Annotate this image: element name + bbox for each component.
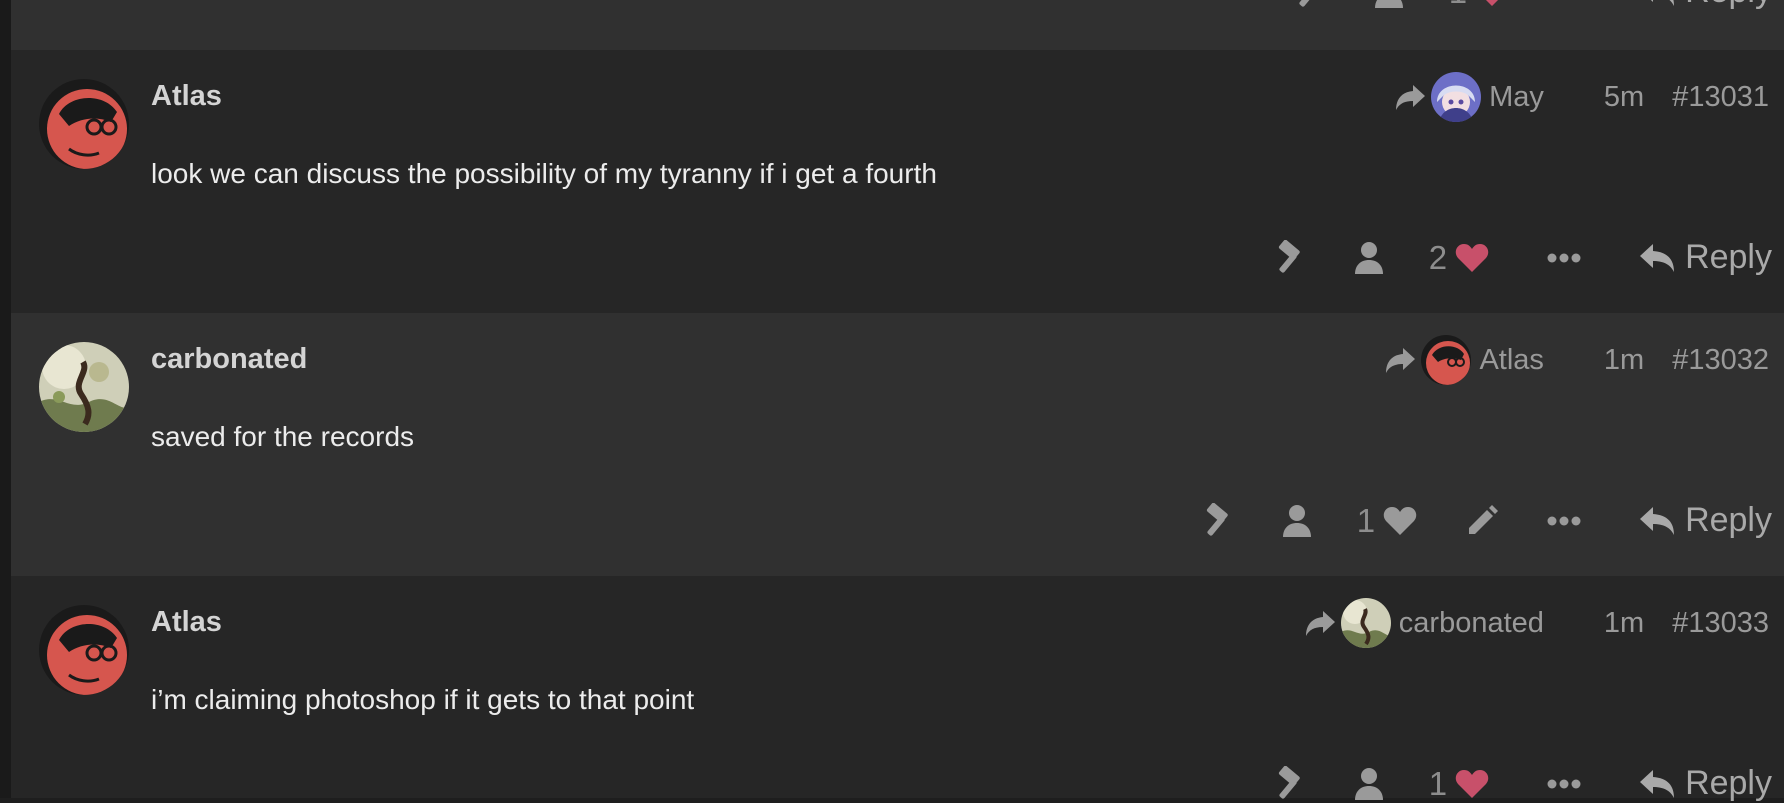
more-options-icon[interactable] — [1547, 516, 1581, 526]
more-options-icon[interactable] — [1547, 779, 1581, 789]
reply-to-arrow-icon — [1305, 611, 1335, 636]
reply-icon — [1640, 506, 1675, 535]
reply-to-arrow-icon — [1386, 348, 1416, 373]
post-number[interactable]: #13032 — [1672, 344, 1769, 377]
avatar[interactable] — [39, 79, 129, 169]
post-partial-top: 1 Reply — [11, 0, 1784, 50]
reply-to-avatar[interactable] — [1340, 598, 1391, 648]
reply-label: Reply — [1685, 238, 1772, 276]
post-number[interactable]: #13031 — [1672, 81, 1769, 114]
reply-label: Reply — [1685, 764, 1772, 802]
reply-icon — [1640, 243, 1675, 272]
post-time[interactable]: 1m — [1604, 344, 1644, 377]
post-actions: 1 Reply — [1291, 0, 1772, 11]
post-actions: 2 Reply — [1271, 238, 1772, 277]
username[interactable]: carbonated — [151, 343, 307, 376]
like-count: 1 — [1356, 501, 1376, 539]
reply-to-avatar[interactable] — [1421, 335, 1472, 385]
reply-label: Reply — [1685, 0, 1772, 11]
left-edge-strip — [0, 0, 11, 798]
hammer-icon[interactable] — [1199, 502, 1235, 539]
like-count: 1 — [1428, 764, 1448, 802]
edit-pencil-icon[interactable] — [1465, 504, 1499, 538]
hammer-icon[interactable] — [1271, 765, 1307, 802]
post-body: saved for the records — [151, 421, 415, 452]
avatar[interactable] — [39, 605, 129, 695]
reply-to-avatar[interactable] — [1431, 72, 1482, 122]
user-icon[interactable] — [1353, 240, 1385, 276]
reply-to-username[interactable]: carbonated — [1399, 607, 1544, 640]
post-actions: 1 Reply — [1271, 764, 1772, 803]
heart-icon[interactable] — [1383, 506, 1417, 536]
like-count: 2 — [1428, 238, 1448, 276]
user-icon[interactable] — [1353, 766, 1385, 802]
reply-button[interactable]: Reply — [1639, 238, 1772, 277]
username[interactable]: Atlas — [151, 606, 222, 639]
user-icon[interactable] — [1281, 503, 1313, 539]
hammer-icon[interactable] — [1291, 0, 1327, 10]
username[interactable]: Atlas — [151, 80, 222, 113]
post-meta: carbonated 1m #13033 — [1305, 598, 1769, 648]
user-icon[interactable] — [1373, 0, 1405, 10]
post-body: look we can discuss the possibility of m… — [151, 158, 937, 189]
hammer-icon[interactable] — [1271, 239, 1307, 276]
reply-button[interactable]: Reply — [1639, 0, 1772, 11]
more-options-icon[interactable] — [1547, 253, 1581, 263]
post-time[interactable]: 5m — [1604, 81, 1644, 114]
post-meta: May 5m #13031 — [1395, 72, 1769, 122]
post-number[interactable]: #13033 — [1672, 607, 1769, 640]
post-13033: Atlas carbonated 1m #13033 i’m claiming … — [11, 576, 1784, 802]
like-count: 1 — [1449, 0, 1467, 11]
reply-button[interactable]: Reply — [1639, 764, 1772, 803]
heart-icon[interactable] — [1455, 769, 1489, 799]
avatar[interactable] — [39, 342, 129, 432]
heart-icon[interactable] — [1455, 243, 1489, 273]
post-13031: Atlas May 5m #13031 look we can discuss … — [11, 50, 1784, 313]
reply-to-arrow-icon — [1396, 85, 1426, 110]
reply-to-username[interactable]: May — [1489, 81, 1544, 114]
reply-label: Reply — [1685, 501, 1772, 539]
reply-icon — [1640, 769, 1675, 798]
post-time[interactable]: 1m — [1604, 607, 1644, 640]
post-meta: Atlas 1m #13032 — [1385, 335, 1769, 385]
reply-button[interactable]: Reply — [1639, 501, 1772, 540]
post-actions: 1 Reply — [1199, 501, 1772, 540]
heart-icon[interactable] — [1475, 0, 1509, 7]
post-body: i’m claiming photoshop if it gets to tha… — [151, 684, 695, 715]
post-13032: carbonated Atlas 1m #13032 saved for the… — [11, 313, 1784, 576]
reply-to-username[interactable]: Atlas — [1479, 344, 1543, 377]
